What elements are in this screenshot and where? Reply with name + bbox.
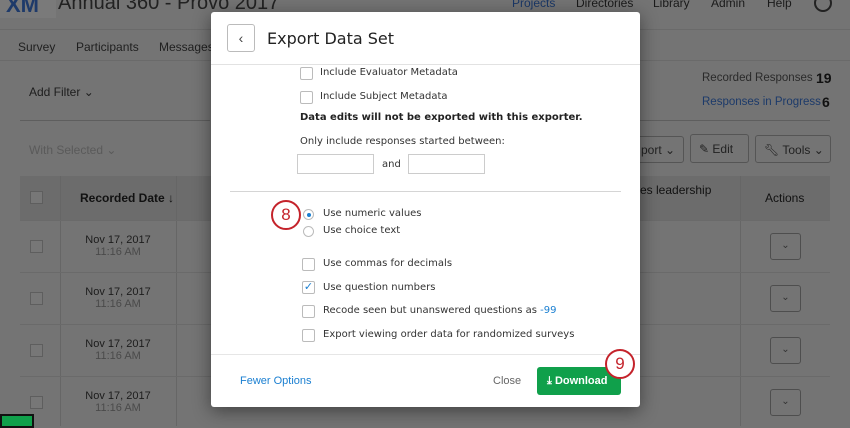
tools-label: Tools: [782, 143, 811, 157]
pencil-icon: ✎: [699, 142, 710, 156]
date-text: Nov 17, 2017: [85, 338, 151, 350]
add-filter-label: Add Filter: [29, 85, 81, 99]
close-button[interactable]: Close: [493, 375, 521, 387]
sort-icon: ↓: [168, 191, 175, 205]
with-selected-label: With Selected: [29, 143, 104, 157]
data-edits-warning: Data edits will not be exported with thi…: [300, 112, 583, 123]
row-actions-dropdown[interactable]: ⌄: [770, 389, 801, 416]
numeric-values-radio[interactable]: [303, 209, 314, 220]
nav-library[interactable]: Library: [653, 0, 690, 10]
step-8-annotation: 8: [271, 200, 301, 230]
actions-header: Actions: [765, 191, 805, 205]
fewer-options-link[interactable]: Fewer Options: [240, 375, 312, 387]
numeric-values-label: Use numeric values: [323, 208, 422, 219]
time-text: 11:16 AM: [95, 298, 141, 310]
include-subject-checkbox[interactable]: [300, 91, 313, 104]
row-checkbox[interactable]: [30, 344, 43, 357]
row-checkbox[interactable]: [30, 240, 43, 253]
date-text: Nov 17, 2017: [85, 286, 151, 298]
step-9-annotation: 9: [605, 349, 635, 379]
row-checkbox[interactable]: [30, 396, 43, 409]
date-text: Nov 17, 2017: [85, 234, 151, 246]
start-date-input[interactable]: [297, 154, 374, 174]
time-text: 11:16 AM: [95, 246, 141, 258]
and-label: and: [382, 159, 401, 170]
download-icon: ⤓: [547, 375, 552, 387]
divider: [20, 120, 210, 121]
end-date-input[interactable]: [408, 154, 485, 174]
recode-checkbox[interactable]: [302, 305, 315, 318]
row-date: Nov 17, 2017 11:16 AM: [60, 338, 176, 362]
time-text: 11:16 AM: [95, 402, 141, 414]
question-numbers-label: Use question numbers: [323, 282, 436, 293]
edit-button[interactable]: ✎ Edit: [690, 134, 749, 163]
nav-projects[interactable]: Projects: [512, 0, 555, 10]
date-text: Nov 17, 2017: [85, 390, 151, 402]
recode-text: Recode seen but unanswered questions as: [323, 305, 537, 316]
recorded-responses-label: Recorded Responses: [702, 72, 813, 84]
checkmark-icon: ✓: [303, 281, 314, 293]
nav-admin[interactable]: Admin: [711, 0, 745, 10]
section-divider: [230, 191, 621, 192]
help-widget-button[interactable]: [0, 414, 34, 428]
footer-divider: [211, 354, 640, 355]
tab-survey[interactable]: Survey: [18, 40, 55, 54]
nav-directories[interactable]: Directories: [576, 0, 633, 10]
recorded-date-header[interactable]: Recorded Date ↓: [80, 191, 174, 205]
tab-messages[interactable]: Messages: [159, 40, 214, 54]
export-label: port: [641, 143, 662, 157]
include-evaluator-label: Include Evaluator Metadata: [320, 67, 458, 78]
responses-in-progress-link[interactable]: Responses in Progress: [702, 96, 821, 108]
edit-label: Edit: [712, 142, 734, 156]
choice-text-label: Use choice text: [323, 225, 401, 236]
viewing-order-label: Export viewing order data for randomized…: [323, 329, 575, 340]
row-date: Nov 17, 2017 11:16 AM: [60, 234, 176, 258]
row-date: Nov 17, 2017 11:16 AM: [60, 390, 176, 414]
row-checkbox[interactable]: [30, 292, 43, 305]
recode-value-link[interactable]: -99: [540, 305, 556, 316]
recorded-responses-count: 19: [816, 70, 832, 86]
tab-participants[interactable]: Participants: [76, 40, 139, 54]
responses-in-progress-count: 6: [822, 94, 830, 110]
recode-label: Recode seen but unanswered questions as …: [323, 305, 556, 316]
chevron-down-icon: ⌄: [83, 85, 94, 99]
chevron-left-icon: ‹: [238, 30, 244, 46]
divider: [640, 120, 830, 121]
column-header-leadership: es leadership: [640, 183, 712, 197]
date-range-label: Only include responses started between:: [300, 136, 505, 147]
select-all-checkbox[interactable]: [30, 191, 43, 204]
commas-decimals-label: Use commas for decimals: [323, 258, 453, 269]
add-filter-dropdown[interactable]: Add Filter ⌄: [29, 85, 94, 99]
wrench-icon: 🔧︎: [764, 143, 780, 157]
include-subject-label: Include Subject Metadata: [320, 91, 448, 102]
xm-logo[interactable]: XM: [0, 0, 56, 18]
row-date: Nov 17, 2017 11:16 AM: [60, 286, 176, 310]
question-numbers-checkbox[interactable]: ✓: [302, 281, 315, 294]
nav-help[interactable]: Help: [767, 0, 792, 10]
recorded-date-label: Recorded Date: [80, 191, 165, 205]
include-evaluator-checkbox[interactable]: [300, 67, 313, 80]
viewing-order-checkbox[interactable]: [302, 329, 315, 342]
row-actions-dropdown[interactable]: ⌄: [770, 337, 801, 364]
time-text: 11:16 AM: [95, 350, 141, 362]
choice-text-radio[interactable]: [303, 226, 314, 237]
dialog-title: Export Data Set: [267, 29, 395, 48]
row-actions-dropdown[interactable]: ⌄: [770, 233, 801, 260]
download-label: Download: [554, 375, 608, 387]
commas-decimals-checkbox[interactable]: [302, 258, 315, 271]
with-selected-dropdown[interactable]: With Selected ⌄: [29, 143, 116, 157]
export-data-set-dialog: ‹ Export Data Set Include Evaluator Meta…: [211, 12, 640, 407]
row-actions-dropdown[interactable]: ⌄: [770, 285, 801, 312]
back-button[interactable]: ‹: [227, 24, 255, 52]
tools-button[interactable]: 🔧︎ Tools ⌄: [755, 135, 831, 163]
